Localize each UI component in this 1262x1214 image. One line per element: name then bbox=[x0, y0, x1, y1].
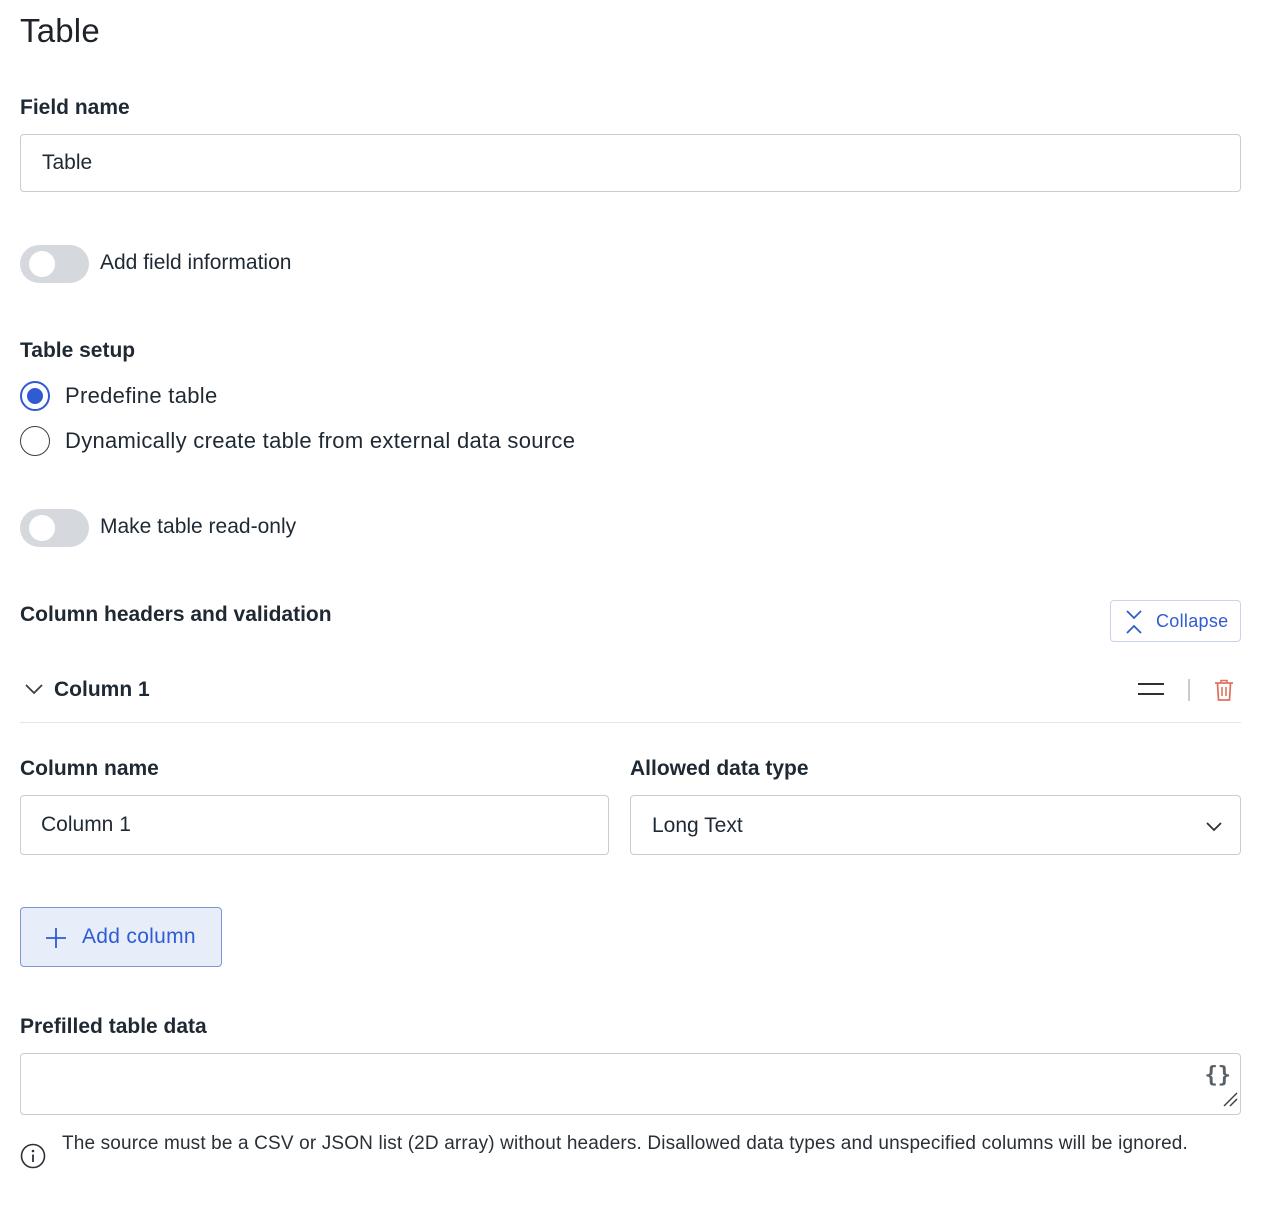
radio-dot bbox=[27, 388, 43, 404]
divider bbox=[20, 722, 1241, 723]
table-setup-label: Table setup bbox=[20, 339, 136, 362]
chevron-down-icon bbox=[1205, 820, 1223, 838]
column-name-input[interactable] bbox=[20, 795, 609, 855]
read-only-toggle-label: Make table read-only bbox=[100, 515, 297, 538]
column-name-label: Column name bbox=[20, 757, 159, 780]
page-title: Table bbox=[20, 12, 100, 49]
collapse-button[interactable]: Collapse bbox=[1110, 600, 1241, 642]
prefilled-label: Prefilled table data bbox=[20, 1015, 207, 1038]
predefine-table-radio[interactable] bbox=[20, 381, 50, 411]
help-text: The source must be a CSV or JSON list (2… bbox=[62, 1133, 1188, 1154]
toggle-knob bbox=[29, 251, 55, 277]
resize-handle-icon[interactable] bbox=[1222, 1091, 1238, 1112]
column-headers-label: Column headers and validation bbox=[20, 603, 332, 626]
field-name-input[interactable] bbox=[20, 134, 1241, 192]
dynamic-table-radio[interactable] bbox=[20, 426, 50, 456]
predefine-table-label[interactable]: Predefine table bbox=[65, 383, 218, 409]
trash-icon[interactable] bbox=[1213, 678, 1235, 707]
prefilled-textarea[interactable]: {} bbox=[20, 1053, 1241, 1115]
field-info-toggle-label: Add field information bbox=[100, 251, 292, 274]
plus-icon bbox=[45, 927, 67, 954]
drag-handle-icon[interactable] bbox=[1137, 680, 1165, 703]
info-icon bbox=[20, 1143, 46, 1174]
data-type-label: Allowed data type bbox=[630, 757, 809, 780]
read-only-toggle[interactable] bbox=[20, 509, 89, 547]
data-type-select[interactable]: Long Text bbox=[630, 795, 1241, 855]
collapse-label: Collapse bbox=[1156, 611, 1229, 631]
add-column-label: Add column bbox=[82, 925, 196, 948]
data-type-value: Long Text bbox=[652, 814, 743, 837]
braces-icon[interactable]: {} bbox=[1205, 1063, 1232, 1088]
collapse-icon bbox=[1123, 609, 1145, 640]
toggle-knob bbox=[29, 515, 55, 541]
separator bbox=[1188, 679, 1190, 701]
field-info-toggle[interactable] bbox=[20, 245, 89, 283]
add-column-button[interactable]: Add column bbox=[20, 907, 222, 967]
chevron-down-icon[interactable] bbox=[24, 682, 44, 701]
column-title[interactable]: Column 1 bbox=[54, 678, 150, 702]
dynamic-table-label[interactable]: Dynamically create table from external d… bbox=[65, 428, 575, 454]
field-name-label: Field name bbox=[20, 96, 130, 119]
